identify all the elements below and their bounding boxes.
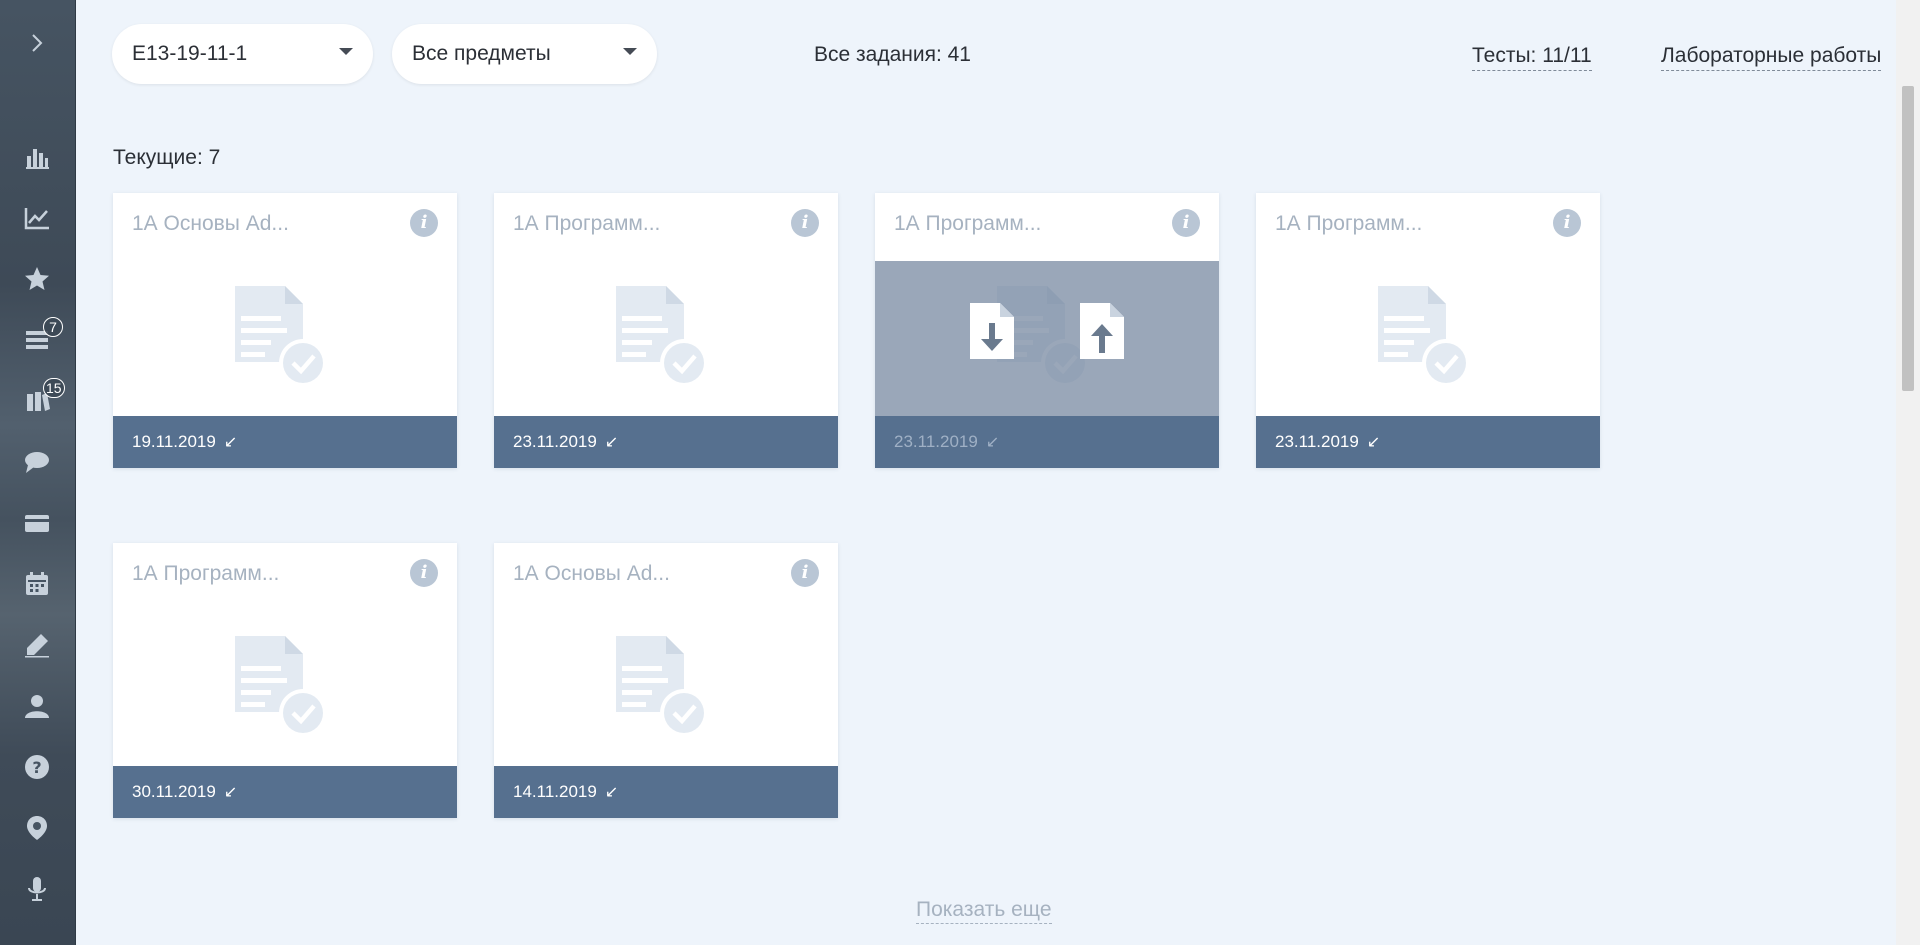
task-card-title: 1А Программ...: [894, 212, 1042, 235]
task-card-date: 23.11.2019: [1275, 432, 1359, 451]
arrow-down-left-icon: ↙: [1366, 434, 1381, 451]
sidebar-item-library[interactable]: 15: [20, 378, 65, 418]
upload-file-icon[interactable]: [1080, 303, 1124, 359]
document-check-icon: [235, 636, 327, 737]
sidebar-item-payments[interactable]: [20, 506, 54, 540]
task-card-title: 1А Основы Ad...: [513, 562, 670, 585]
sidebar-item-location[interactable]: [20, 811, 54, 845]
task-card-title: 1А Программ...: [132, 562, 280, 585]
task-card-title: 1А Основы Ad...: [132, 212, 289, 235]
task-card-footer: 19.11.2019 ↙: [113, 416, 457, 468]
task-card-title: 1А Программ...: [1275, 212, 1423, 235]
help-icon: ?: [25, 755, 49, 779]
task-card-footer: 23.11.2019 ↙: [494, 416, 838, 468]
document-check-icon: [616, 636, 708, 737]
task-card[interactable]: 1А Программ... i 23.11.2019 ↙: [494, 193, 838, 468]
sidebar-item-profile[interactable]: [20, 689, 54, 723]
expand-sidebar-button[interactable]: [24, 30, 50, 56]
info-icon[interactable]: i: [1553, 209, 1581, 237]
document-check-icon: [235, 286, 327, 387]
task-card-footer: 23.11.2019 ↙: [875, 416, 1219, 468]
card-actions-overlay: [875, 261, 1219, 416]
library-badge: 15: [43, 378, 65, 398]
group-select[interactable]: E13-19-11-1: [112, 24, 373, 84]
info-icon[interactable]: i: [1172, 209, 1200, 237]
location-icon: [27, 816, 47, 840]
task-card-footer: 14.11.2019 ↙: [494, 766, 838, 818]
task-card[interactable]: 1А Основы Ad... i 14.11.2019 ↙: [494, 543, 838, 818]
tests-link[interactable]: Тесты: 11/11: [1472, 44, 1592, 71]
group-select-value: E13-19-11-1: [132, 42, 248, 65]
sidebar-item-help[interactable]: ?: [20, 750, 54, 784]
info-icon[interactable]: i: [410, 209, 438, 237]
chevron-down-icon: [339, 48, 353, 55]
chat-icon: [25, 452, 49, 473]
arrow-down-left-icon: ↙: [223, 434, 238, 451]
task-card[interactable]: 1А Программ... i 23.11.2019 ↙: [1256, 193, 1600, 468]
sidebar-item-favorites[interactable]: [20, 262, 54, 296]
task-card-footer: 23.11.2019 ↙: [1256, 416, 1600, 468]
calendar-icon: [26, 572, 48, 595]
sidebar-item-statistics[interactable]: [20, 140, 54, 174]
task-card-date: 19.11.2019: [132, 432, 216, 451]
sidebar-item-schedule[interactable]: [20, 567, 54, 601]
sidebar-item-tasks[interactable]: 7: [20, 317, 63, 357]
subject-select-value: Все предметы: [412, 42, 551, 65]
arrow-down-left-icon: ↙: [223, 784, 238, 801]
sidebar-item-assignments[interactable]: [20, 628, 54, 662]
arrow-down-left-icon: ↙: [604, 434, 619, 451]
bar-chart-icon: [26, 149, 49, 169]
sidebar: 7 15 ?: [0, 0, 76, 945]
card-icon: [25, 515, 49, 532]
task-card-date: 30.11.2019: [132, 782, 216, 801]
line-chart-icon: [24, 208, 49, 230]
main-content: E13-19-11-1 Все предметы Все задания: 41…: [76, 0, 1896, 945]
svg-text:?: ?: [32, 758, 41, 777]
subject-select[interactable]: Все предметы: [392, 24, 657, 84]
star-icon: [25, 267, 49, 290]
task-card-date: 23.11.2019: [894, 432, 978, 451]
task-card-date: 23.11.2019: [513, 432, 597, 451]
scrollbar-thumb[interactable]: [1902, 86, 1914, 391]
info-icon[interactable]: i: [791, 559, 819, 587]
arrow-down-left-icon: ↙: [604, 784, 619, 801]
task-card-footer: 30.11.2019 ↙: [113, 766, 457, 818]
pen-icon: [25, 634, 49, 658]
all-tasks-count: Все задания: 41: [814, 43, 971, 66]
filter-bar: E13-19-11-1 Все предметы Все задания: 41…: [112, 24, 1896, 84]
microphone-icon: [28, 877, 46, 901]
info-icon[interactable]: i: [410, 559, 438, 587]
document-check-icon: [616, 286, 708, 387]
task-card[interactable]: 1А Программ... i 23.11.2019 ↙: [875, 193, 1219, 468]
chevron-right-icon: [32, 34, 43, 52]
current-count-label: Текущие: 7: [113, 146, 221, 169]
tasks-badge: 7: [43, 317, 63, 337]
document-check-icon: [1378, 286, 1470, 387]
sidebar-item-messages[interactable]: [20, 445, 54, 479]
scrollbar[interactable]: [1896, 0, 1920, 945]
labs-link[interactable]: Лабораторные работы: [1661, 44, 1882, 71]
download-file-icon[interactable]: [970, 303, 1014, 359]
task-card[interactable]: 1А Программ... i 30.11.2019 ↙: [113, 543, 457, 818]
arrow-down-left-icon: ↙: [985, 434, 1000, 451]
task-card-title: 1А Программ...: [513, 212, 661, 235]
chevron-down-icon: [623, 48, 637, 55]
info-icon[interactable]: i: [791, 209, 819, 237]
task-card[interactable]: 1А Основы Ad... i 19.11.2019 ↙: [113, 193, 457, 468]
task-card-date: 14.11.2019: [513, 782, 597, 801]
show-more-link[interactable]: Показать еще: [916, 898, 1052, 924]
sidebar-item-voice[interactable]: [20, 872, 54, 906]
sidebar-item-progress[interactable]: [20, 201, 54, 235]
user-icon: [25, 695, 49, 718]
